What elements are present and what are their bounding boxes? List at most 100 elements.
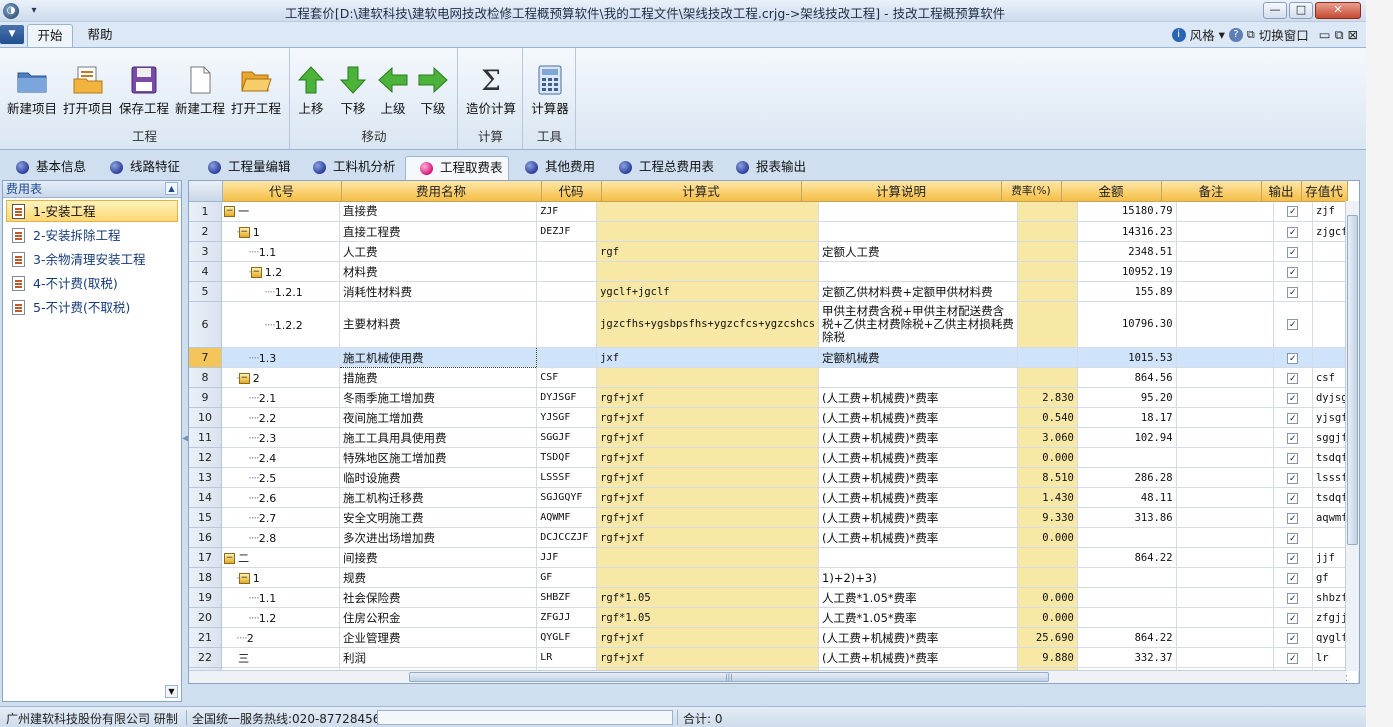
output-checkbox[interactable]: ✓ [1287, 552, 1299, 564]
close-button[interactable]: ✕ [1315, 2, 1361, 19]
amount-cell[interactable]: 864.22 [1077, 627, 1177, 648]
note-cell[interactable] [1176, 587, 1274, 608]
amount-cell[interactable] [1077, 587, 1177, 608]
output-cell[interactable]: ✓ [1273, 301, 1313, 348]
output-cell[interactable]: ✓ [1273, 467, 1313, 488]
description-cell[interactable] [818, 221, 1019, 242]
row-number-cell[interactable]: 14 [189, 487, 223, 508]
output-checkbox[interactable]: ✓ [1287, 246, 1299, 258]
formula-cell[interactable]: rgf+jxf [596, 447, 820, 468]
code-cell[interactable]: · −1 [221, 567, 341, 588]
level-down-button[interactable]: 下级 [408, 61, 458, 121]
description-cell[interactable]: (人工费+机械费)*费率 [818, 407, 1019, 428]
output-cell[interactable]: ✓ [1273, 547, 1313, 568]
fee-name-cell[interactable]: 直接工程费 [339, 221, 538, 242]
row-number-cell[interactable]: 4 [189, 261, 223, 282]
amount-cell[interactable]: 313.86 [1077, 507, 1177, 528]
description-cell[interactable]: 1)+2)+3) [818, 567, 1019, 588]
output-checkbox[interactable]: ✓ [1287, 492, 1299, 504]
app-menu-button[interactable]: ▼ [0, 25, 24, 44]
formula-cell[interactable]: rgf*1.05 [596, 587, 820, 608]
rate-cell[interactable]: 1.430 [1017, 487, 1078, 508]
fee-name-cell[interactable]: 安全文明施工费 [339, 507, 538, 528]
table-row[interactable]: 22 三利润 LR rgf+jxf (人工费+机械费)*费率 9.880 332.37 ✓ lr [189, 647, 1359, 668]
tab-start[interactable]: 开始 [27, 24, 73, 47]
open-project-file-button[interactable]: 打开工程 [228, 61, 284, 121]
formula-cell[interactable]: jgzcfhs+ygsbpsfhs+ygzcfcs+ygzcshcs [596, 301, 820, 348]
amount-cell[interactable] [1077, 607, 1177, 628]
output-checkbox[interactable]: ✓ [1287, 372, 1299, 384]
fee-name-cell[interactable]: 措施费 [339, 367, 538, 388]
code-cell[interactable]: ····2.2 [221, 407, 341, 428]
code-cell[interactable]: ····2.8 [221, 527, 341, 548]
note-cell[interactable] [1176, 347, 1274, 368]
column-header[interactable]: 代码 [541, 181, 602, 202]
row-number-cell[interactable]: 9 [189, 387, 223, 408]
rate-cell[interactable]: 9.880 [1017, 647, 1078, 668]
formula-cell[interactable]: jxf [596, 347, 820, 368]
code-cell[interactable]: − 一 [221, 201, 341, 222]
note-cell[interactable] [1176, 487, 1274, 508]
tab-report-output[interactable]: 报表输出 [722, 156, 814, 180]
note-cell[interactable] [1176, 387, 1274, 408]
abbr-code-cell[interactable] [536, 241, 598, 262]
abbr-code-cell[interactable]: SGGJF [536, 427, 598, 448]
rate-cell[interactable]: 0.000 [1017, 527, 1078, 548]
rate-cell[interactable] [1017, 367, 1078, 388]
code-cell[interactable]: ····2.4 [221, 447, 341, 468]
output-checkbox[interactable]: ✓ [1287, 612, 1299, 624]
formula-cell[interactable]: rgf+jxf [596, 627, 820, 648]
description-cell[interactable]: 甲供主材费含税+甲供主材配送费含税+乙供主材费除税+乙供主材损耗费除税 [818, 301, 1019, 348]
row-number-cell[interactable]: 1 [189, 201, 223, 222]
formula-cell[interactable]: rgf+jxf [596, 387, 820, 408]
amount-cell[interactable]: 864.22 [1077, 547, 1177, 568]
formula-cell[interactable]: rgf+jxf [596, 507, 820, 528]
row-number-cell[interactable]: 3 [189, 241, 223, 262]
fee-name-cell[interactable]: 利润 [339, 647, 538, 668]
note-cell[interactable] [1176, 261, 1274, 282]
code-cell[interactable]: ····1.2 [221, 607, 341, 628]
table-row[interactable]: 16 ····2.8 多次进出场增加费 DCJCCZJF rgf+jxf (人工费+机械费… [189, 527, 1359, 548]
table-row[interactable]: 17− 二间接费 JJF 864.22 ✓ jjf [189, 547, 1359, 568]
collapse-icon[interactable]: − [224, 206, 236, 218]
abbr-code-cell[interactable]: DCJCCZJF [536, 527, 598, 548]
style-dropdown-icon[interactable]: ▾ [1219, 27, 1225, 42]
new-project-file-button[interactable]: 新建工程 [172, 61, 228, 121]
table-row[interactable]: 1− 一直接费 ZJF 15180.79 ✓ zjf [189, 201, 1359, 222]
code-cell[interactable]: · −1.2 [221, 261, 341, 282]
description-cell[interactable]: (人工费+机械费)*费率 [818, 427, 1019, 448]
column-header[interactable]: 费率(%) [1001, 181, 1062, 202]
output-checkbox[interactable]: ✓ [1287, 572, 1299, 584]
table-row[interactable]: 10 ····2.2 夜间施工增加费 YJSGF rgf+jxf (人工费+机械费)*费率… [189, 407, 1359, 428]
note-cell[interactable] [1176, 427, 1274, 448]
note-cell[interactable] [1176, 467, 1274, 488]
code-cell[interactable]: ····2.6 [221, 487, 341, 508]
fee-name-cell[interactable]: 住房公积金 [339, 607, 538, 628]
abbr-code-cell[interactable] [536, 281, 598, 302]
fee-name-cell[interactable]: 社会保险费 [339, 587, 538, 608]
amount-cell[interactable]: 102.94 [1077, 427, 1177, 448]
output-cell[interactable]: ✓ [1273, 347, 1313, 368]
output-checkbox[interactable]: ✓ [1287, 632, 1299, 644]
note-cell[interactable] [1176, 407, 1274, 428]
switch-window-button[interactable]: 切换窗口 [1259, 25, 1309, 44]
formula-cell[interactable]: rgf+jxf [596, 407, 820, 428]
code-cell[interactable]: ····1.2.1 [221, 281, 341, 302]
fee-name-cell[interactable]: 直接费 [339, 201, 538, 222]
column-header[interactable]: 备注 [1161, 181, 1262, 202]
output-cell[interactable]: ✓ [1273, 367, 1313, 388]
abbr-code-cell[interactable] [536, 347, 598, 368]
output-cell[interactable]: ✓ [1273, 447, 1313, 468]
rate-cell[interactable]: 2.830 [1017, 387, 1078, 408]
column-header[interactable]: 计算说明 [801, 181, 1002, 202]
row-number-cell[interactable]: 15 [189, 507, 223, 528]
scroll-down-icon[interactable]: ▼ [165, 685, 178, 698]
rate-cell[interactable] [1017, 567, 1078, 588]
abbr-code-cell[interactable]: CSF [536, 367, 598, 388]
table-row[interactable]: 11 ····2.3 施工工具用具使用费 SGGJF rgf+jxf (人工费+机械费)*… [189, 427, 1359, 448]
vertical-scrollbar[interactable] [1345, 201, 1359, 671]
description-cell[interactable]: (人工费+机械费)*费率 [818, 387, 1019, 408]
formula-cell[interactable] [596, 261, 820, 282]
formula-cell[interactable]: rgf+jxf [596, 527, 820, 548]
row-number-cell[interactable]: 8 [189, 367, 223, 388]
